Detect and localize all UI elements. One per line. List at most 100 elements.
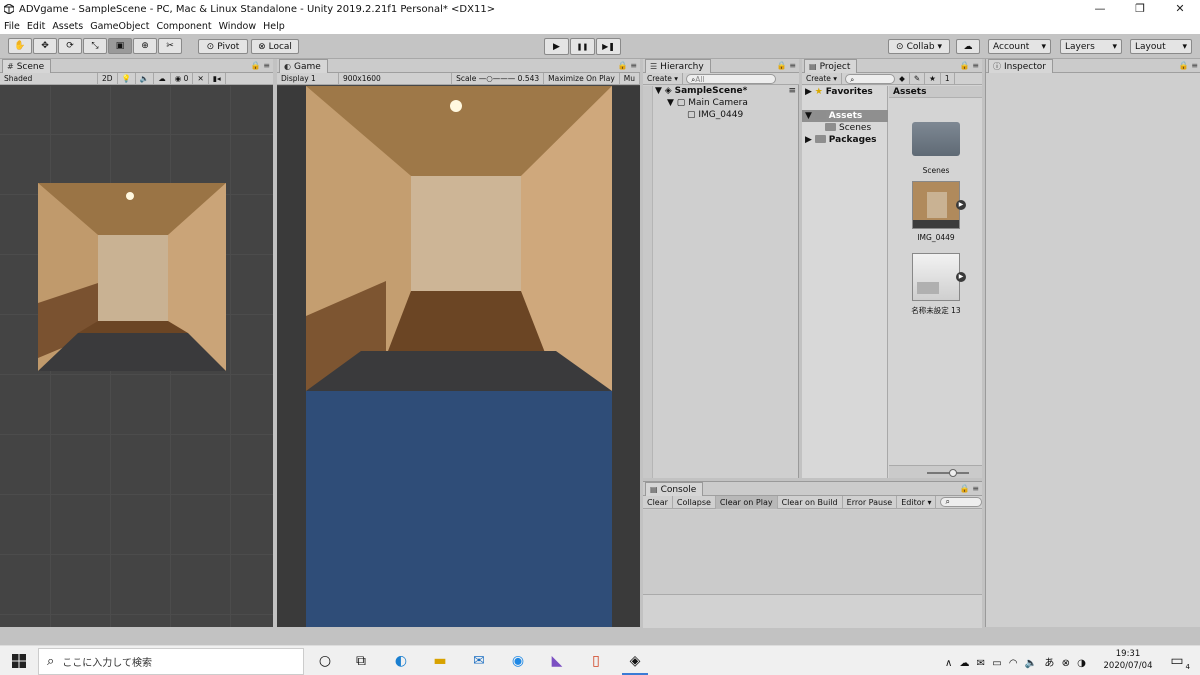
zoom-slider[interactable] [927,472,969,474]
project-create-button[interactable]: Create ▾ [802,72,843,85]
scene-menu-icon[interactable]: ≡ [788,85,796,97]
menu-assets[interactable]: Assets [52,21,83,32]
resolution-dropdown[interactable]: 900x1600 [339,72,453,85]
zoom-slider-thumb[interactable] [949,469,957,477]
rotate-icon: ⟳ [66,41,74,51]
mute-audio-toggle[interactable]: Mu [620,72,640,85]
panel-menu-icon[interactable]: 🔒 ≡ [251,59,270,73]
mode-2d-button[interactable]: 2D [98,72,118,85]
breadcrumb[interactable]: Assets [889,86,982,98]
camera-icon[interactable]: ▮◂ [209,72,226,85]
scene-room-image[interactable] [38,183,226,371]
lighting-icon[interactable]: 💡 [118,72,136,85]
account-dropdown[interactable]: Account ▾ [988,39,1051,54]
collapse-button[interactable]: Collapse [673,495,716,509]
menu-help[interactable]: Help [263,21,285,32]
menu-file[interactable]: File [4,21,20,32]
play-button[interactable]: ▶ [544,38,569,55]
console-search-input[interactable]: ⌕ [940,497,982,507]
panel-menu-icon[interactable]: 🔒 ≡ [777,59,796,73]
list-item[interactable]: ▼ ▢ Main Camera [655,97,799,109]
asset-unnamed-13[interactable]: ▶ 名称未設定 13 [906,253,966,316]
rotate-tool-button[interactable]: ⟳ [58,38,82,54]
panel-menu-icon[interactable]: 🔒 ≡ [1179,59,1198,73]
layout-dropdown[interactable]: Layout ▾ [1130,39,1192,54]
clear-on-play-button[interactable]: Clear on Play [715,495,778,509]
tools-icon[interactable]: ✕ [193,72,209,85]
clear-on-build-button[interactable]: Clear on Build [778,495,843,509]
visual-studio-icon[interactable]: ◣ [548,653,566,669]
filter-label-icon[interactable]: ✎ [910,72,926,85]
taskbar-search-input[interactable]: ⌕ ここに入力して検索 [38,648,304,675]
close-button[interactable]: ✕ [1160,0,1200,18]
tab-scene[interactable]: # Scene [2,59,52,73]
tab-project[interactable]: ▤ Project [804,59,858,73]
hidden-packages-count[interactable]: 1 [941,72,955,85]
error-pause-button[interactable]: Error Pause [843,495,898,509]
pause-button[interactable]: ❚❚ [570,38,595,55]
hidden-objects-button[interactable]: ◉ 0 [171,72,194,85]
tab-game[interactable]: ◐ Game [279,59,328,73]
move-tool-button[interactable]: ✥ [33,38,57,54]
collab-button[interactable]: ⊙ Collab ▾ [888,39,950,54]
list-item[interactable]: ▼ ◈ SampleScene* ≡ [655,85,799,97]
tree-item-packages[interactable]: ▶ Packages [805,134,888,146]
maximize-on-play-toggle[interactable]: Maximize On Play [544,72,620,85]
cortana-icon[interactable]: ○ [316,653,334,669]
hierarchy-search-input[interactable]: ⌕All [686,73,777,84]
rect-tool-button[interactable]: ▣ [108,38,132,54]
tree-item-favorites[interactable]: ▶ ★ Favorites [805,86,888,98]
game-background [306,391,612,627]
menu-window[interactable]: Window [219,21,256,32]
scale-tool-button[interactable]: ⤡ [83,38,107,54]
transform-tool-button[interactable]: ⊕ [133,38,157,54]
clear-button[interactable]: Clear [643,495,673,509]
filter-type-icon[interactable]: ◆ [895,72,910,85]
clock[interactable]: 19:31 2020/07/04 [1100,648,1156,672]
minimize-button[interactable]: — [1080,0,1120,18]
console-detail-area[interactable] [643,594,982,628]
file-explorer-icon[interactable]: ▬ [431,653,449,669]
console-log-area[interactable] [643,510,982,594]
audio-icon[interactable]: 🔈 [136,72,155,85]
effects-icon[interactable]: ☁ [154,72,171,85]
tab-inspector[interactable]: ⓘ Inspector [988,59,1053,73]
list-item[interactable]: ▢ IMG_0449 [655,109,799,121]
asset-scenes-folder[interactable]: Scenes [906,116,966,175]
unity-taskbar-icon[interactable]: ◈ [626,653,644,669]
menu-gameobject[interactable]: GameObject [90,21,149,32]
mail-icon[interactable]: ✉ [470,653,488,669]
notification-icon[interactable]: ▭ 4 [1168,653,1190,671]
system-tray[interactable]: ∧ ☁ ✉ ▭ ◠ 🔈 あ ⊗ ◑ [945,654,1088,669]
office-icon[interactable]: ▯ [587,653,605,669]
cloud-button[interactable]: ☁ [956,39,980,54]
tree-item-assets[interactable]: ▼ Assets [802,110,888,122]
windows-start-icon[interactable] [10,653,28,669]
tab-console[interactable]: ▤ Console [645,482,704,496]
panel-menu-icon[interactable]: 🔒 ≡ [960,59,979,73]
pivot-button[interactable]: ⊙ Pivot [198,39,248,54]
local-button[interactable]: ⊗ Local [251,39,299,54]
favorite-star-icon[interactable]: ★ [925,72,941,85]
restore-button[interactable]: ❐ [1120,0,1160,18]
custom-tool-button[interactable]: ✂ [158,38,182,54]
edge-browser-icon[interactable]: ◐ [392,653,410,669]
app-icon[interactable]: ◉ [509,653,527,669]
project-search-input[interactable]: ⌕ [845,73,896,84]
layers-dropdown[interactable]: Layers ▾ [1060,39,1122,54]
hierarchy-create-button[interactable]: Create ▾ [643,72,684,85]
step-button[interactable]: ▶❚ [596,38,621,55]
editor-dropdown[interactable]: Editor ▾ [897,495,937,509]
menu-edit[interactable]: Edit [27,21,45,32]
panel-menu-icon[interactable]: 🔒 ≡ [618,59,637,73]
shading-mode-dropdown[interactable]: Shaded [0,72,98,85]
menu-component[interactable]: Component [156,21,211,32]
task-view-icon[interactable]: ⧉ [352,653,370,669]
scale-slider[interactable]: Scale —○——— 0.543 [452,72,545,85]
panel-menu-icon[interactable]: 🔒 ≡ [960,482,979,496]
tab-hierarchy[interactable]: ☰ Hierarchy [645,59,711,73]
asset-img-0449[interactable]: ▶ IMG_0449 [906,181,966,242]
tree-item-scenes[interactable]: Scenes [805,122,888,134]
hand-tool-button[interactable]: ✋ [8,38,32,54]
display-dropdown[interactable]: Display 1 [277,72,339,85]
